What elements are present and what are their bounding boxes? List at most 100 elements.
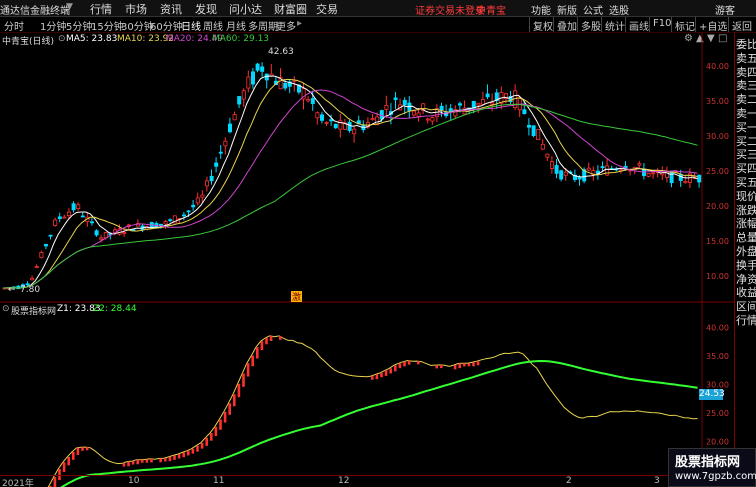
signal-bar (127, 461, 130, 467)
candle (485, 84, 490, 100)
z2-label: Z2: 28.44 (93, 304, 137, 314)
main-y-tick-6: 10.00 (706, 272, 729, 281)
candle (462, 100, 467, 115)
watermark-logo: 股票指标网 www.7gpzb.com (668, 448, 756, 487)
sub-chart-header: ⊙ 股票指标网 Z1: 23.83 Z2: 28.44 (0, 304, 732, 317)
low-price-arrow-icon: ← (8, 285, 16, 295)
signal-bar (159, 458, 162, 463)
ma10-line (2, 78, 698, 289)
main-y-tick-5: 15.00 (706, 237, 729, 246)
signal-bar (187, 450, 190, 456)
signal-bar (233, 394, 236, 407)
candle (319, 111, 324, 124)
candle (393, 92, 398, 109)
candle (30, 275, 35, 281)
candle (122, 228, 127, 237)
signal-bar (67, 456, 70, 466)
candle (361, 120, 366, 133)
kline-chart[interactable]: 40.00 35.00 30.00 25.00 20.00 15.00 10.00 40.0… (0, 0, 734, 487)
signal-bar (472, 362, 475, 367)
x-label-10: 10 (128, 476, 140, 486)
candle (347, 119, 352, 133)
indicator-settings-icon[interactable]: ⊙ (2, 304, 10, 314)
candle (642, 163, 647, 180)
signal-bar (182, 452, 185, 458)
sub-chart-title: 股票指标网 (11, 307, 57, 317)
candle (209, 169, 214, 185)
ma5-line (2, 75, 698, 289)
signal-bar (440, 364, 443, 369)
candle (246, 70, 251, 93)
candle (550, 156, 555, 174)
candle (241, 88, 246, 107)
sub-y-tick-0: 40.00 (706, 324, 729, 333)
candle (71, 201, 76, 213)
signal-bar (223, 411, 227, 423)
signal-bar (131, 461, 135, 465)
time-axis: 2021年 10 11 12 2 3 (0, 475, 734, 487)
candle (352, 125, 357, 143)
signal-bar (76, 447, 80, 455)
candle (39, 250, 44, 259)
main-y-tick-2: 30.00 (706, 132, 729, 141)
candle (531, 125, 536, 138)
candle (434, 104, 439, 122)
signal-bar (214, 426, 218, 436)
sub-y-tick-3: 25.00 (706, 409, 729, 418)
candle (527, 118, 532, 136)
candle (232, 111, 237, 121)
candle (554, 159, 559, 179)
signal-bar (81, 447, 84, 451)
watermark-title: 股票指标网 (675, 455, 741, 470)
z2-line (59, 359, 698, 487)
candle (168, 218, 173, 223)
signal-bar (205, 437, 208, 446)
candle (53, 217, 58, 227)
candle (384, 95, 389, 119)
candle (480, 91, 485, 106)
sub-y-tick-1: 35.00 (706, 352, 729, 361)
x-label-3: 3 (654, 476, 660, 486)
candle (218, 145, 223, 159)
x-label-2: 2 (566, 476, 572, 486)
signal-bar (398, 363, 402, 369)
candle (651, 171, 656, 179)
signal-bar (168, 456, 172, 462)
signal-bar (467, 363, 471, 367)
signal-bar (403, 361, 406, 367)
candle (214, 157, 219, 173)
signal-bar (453, 365, 457, 370)
signal-bar (173, 455, 176, 460)
quote-side-panel: 委比 卖五 卖四 卖三 卖二 卖一 买一 买二 买三 买四 买五 现价 涨跌 涨幅 总量 外盘 换手 净资 收益 区间… (734, 33, 756, 487)
main-y-tick-1: 35.00 (706, 97, 729, 106)
signal-bar (371, 376, 374, 380)
candle (425, 117, 430, 124)
signal-bar (85, 447, 89, 451)
candle (697, 174, 702, 188)
signal-bar (200, 442, 204, 449)
signal-bar (407, 360, 411, 365)
candle (269, 63, 274, 78)
candle (370, 113, 375, 121)
signal-bar (145, 459, 149, 463)
candle (559, 169, 564, 182)
x-label-11: 11 (213, 476, 225, 486)
ma60-line (2, 103, 698, 289)
candle (306, 96, 311, 103)
candle (195, 192, 200, 206)
candle (338, 113, 343, 138)
candle (540, 139, 545, 151)
signal-bar (260, 341, 264, 351)
low-price-label: 7.80 (20, 285, 40, 295)
sub-current-value: 24.53 (699, 389, 725, 400)
signal-bar (141, 459, 144, 463)
signal-bar (242, 373, 245, 387)
alert-badge-label: 激 (292, 291, 301, 303)
candle (181, 211, 186, 221)
candle (255, 63, 260, 73)
candle (536, 128, 541, 141)
high-price-label: 42.63 (268, 47, 294, 57)
signal-bar (279, 335, 282, 340)
main-y-tick-4: 20.00 (706, 202, 729, 211)
watermark-url: www.7gpzb.com (675, 471, 756, 482)
